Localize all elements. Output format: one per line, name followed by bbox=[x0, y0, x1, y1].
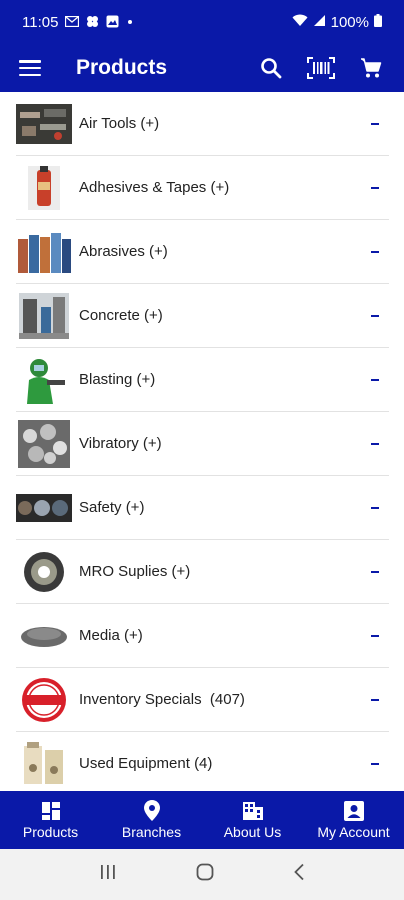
category-row-air-tools[interactable]: Air Tools (+) bbox=[16, 92, 389, 156]
system-navigation-bar bbox=[0, 849, 404, 900]
back-button[interactable] bbox=[293, 863, 305, 886]
nav-my-account[interactable]: My Account bbox=[303, 791, 404, 849]
category-row-vibratory[interactable]: Vibratory (+) bbox=[16, 412, 389, 476]
image-notification-icon bbox=[106, 15, 119, 30]
media-image bbox=[16, 612, 72, 660]
hamburger-menu-icon bbox=[19, 60, 41, 76]
battery-percent: 100% bbox=[330, 13, 369, 31]
account-box-icon bbox=[343, 800, 364, 821]
category-row-adhesives-tapes[interactable]: Adhesives & Tapes (+) bbox=[16, 156, 389, 220]
shopping-cart-icon bbox=[361, 58, 382, 78]
category-row-used-equipment[interactable]: Used Equipment (4) bbox=[16, 732, 389, 796]
air-tools-image bbox=[16, 100, 72, 148]
expand-indicator-icon[interactable] bbox=[371, 122, 379, 125]
search-button[interactable] bbox=[246, 44, 296, 92]
category-label: Safety (+) bbox=[79, 499, 145, 516]
home-button[interactable] bbox=[196, 863, 214, 886]
abrasives-image bbox=[16, 228, 72, 276]
category-row-mro-suplies[interactable]: MRO Suplies (+) bbox=[16, 540, 389, 604]
adhesives-tapes-image bbox=[16, 164, 72, 212]
expand-indicator-icon[interactable] bbox=[371, 570, 379, 573]
battery-icon bbox=[374, 13, 382, 31]
expand-indicator-icon[interactable] bbox=[371, 698, 379, 701]
used-equipment-image bbox=[16, 740, 72, 788]
safety-image bbox=[16, 484, 72, 532]
category-label: Concrete (+) bbox=[79, 307, 163, 324]
recent-apps-button[interactable] bbox=[99, 864, 117, 885]
cart-button[interactable] bbox=[346, 44, 396, 92]
special-price-seal bbox=[16, 676, 72, 724]
category-row-safety[interactable]: Safety (+) bbox=[16, 476, 389, 540]
recent-apps-icon bbox=[101, 865, 116, 879]
dashboard-icon bbox=[41, 801, 60, 820]
location-pin-icon bbox=[143, 800, 160, 821]
expand-indicator-icon[interactable] bbox=[371, 762, 379, 765]
category-row-blasting[interactable]: Blasting (+) bbox=[16, 348, 389, 412]
category-row-inventory-specials[interactable]: Inventory Specials (407) bbox=[16, 668, 389, 732]
nav-label: Branches bbox=[121, 824, 182, 840]
bottom-navigation: Products Branches About Us My Account bbox=[0, 791, 404, 849]
expand-indicator-icon[interactable] bbox=[371, 186, 379, 189]
status-time: 11:05 bbox=[22, 13, 59, 31]
nav-label: My Account bbox=[317, 823, 390, 840]
search-icon bbox=[261, 58, 282, 79]
category-label: Vibratory (+) bbox=[79, 435, 162, 452]
app-bar: Products bbox=[0, 44, 404, 92]
expand-indicator-icon[interactable] bbox=[371, 314, 379, 317]
back-icon bbox=[293, 863, 304, 881]
mro-suplies-image bbox=[16, 548, 72, 596]
expand-indicator-icon[interactable] bbox=[371, 634, 379, 637]
category-row-media[interactable]: Media (+) bbox=[16, 604, 389, 668]
nav-label: Products bbox=[22, 823, 79, 840]
more-notifications-icon bbox=[128, 20, 133, 24]
barcode-scan-button[interactable] bbox=[296, 44, 346, 92]
building-icon bbox=[242, 801, 263, 820]
nav-label: About Us bbox=[223, 823, 282, 840]
category-label: Abrasives (+) bbox=[79, 243, 168, 260]
app-notification-icon bbox=[86, 15, 99, 30]
category-label: Inventory Specials (407) bbox=[79, 691, 245, 708]
nav-branches[interactable]: Branches bbox=[101, 791, 202, 849]
category-label: Used Equipment (4) bbox=[79, 755, 213, 772]
category-row-abrasives[interactable]: Abrasives (+) bbox=[16, 220, 389, 284]
page-title: Products bbox=[76, 56, 168, 79]
expand-indicator-icon[interactable] bbox=[371, 250, 379, 253]
expand-indicator-icon[interactable] bbox=[371, 506, 379, 509]
mail-notification-icon bbox=[65, 15, 80, 29]
menu-button[interactable] bbox=[0, 44, 60, 92]
expand-indicator-icon[interactable] bbox=[371, 442, 379, 445]
category-label: Air Tools (+) bbox=[79, 115, 160, 132]
nav-products[interactable]: Products bbox=[0, 791, 101, 849]
status-bar: 11:05 100% bbox=[0, 0, 404, 44]
category-label: Adhesives & Tapes (+) bbox=[79, 179, 230, 196]
barcode-scan-icon bbox=[307, 57, 335, 79]
category-label: Blasting (+) bbox=[79, 371, 156, 388]
category-list: Air Tools (+) Adhesives & Tapes (+) Abra… bbox=[16, 92, 389, 796]
wifi-icon bbox=[292, 14, 308, 31]
category-label: MRO Suplies (+) bbox=[79, 563, 191, 580]
home-icon bbox=[196, 863, 214, 881]
vibratory-image bbox=[16, 419, 72, 468]
concrete-image bbox=[16, 292, 72, 340]
expand-indicator-icon[interactable] bbox=[371, 378, 379, 381]
category-label: Media (+) bbox=[79, 627, 143, 644]
blasting-image bbox=[16, 356, 72, 404]
signal-icon bbox=[313, 14, 326, 31]
category-row-concrete[interactable]: Concrete (+) bbox=[16, 284, 389, 348]
nav-about-us[interactable]: About Us bbox=[202, 791, 303, 849]
